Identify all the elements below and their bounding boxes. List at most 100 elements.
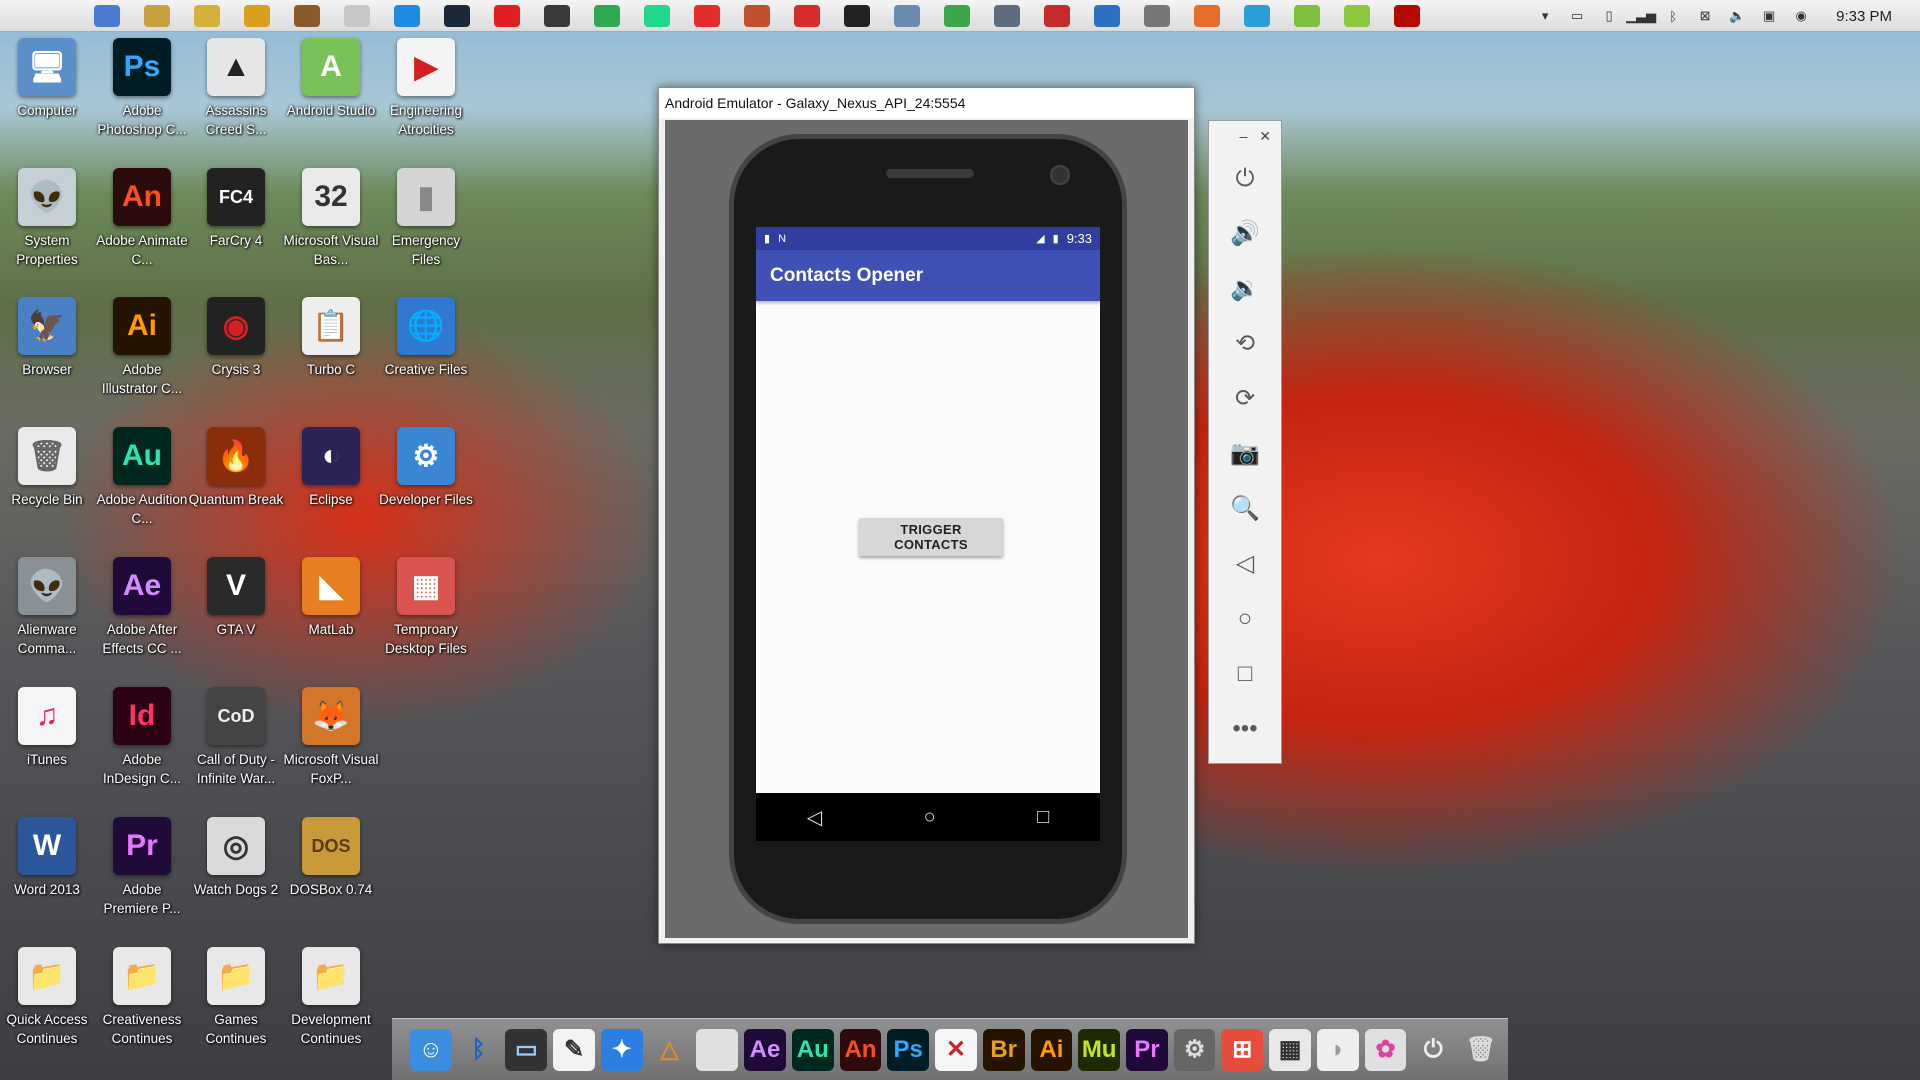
muse-icon[interactable]: Mu — [1078, 1028, 1121, 1071]
pycharm-icon[interactable] — [644, 4, 670, 27]
red-arrow-icon[interactable] — [794, 4, 820, 27]
nav-back-icon[interactable]: ◁ — [807, 805, 822, 830]
settings-icon[interactable] — [544, 4, 570, 27]
desktop-icon[interactable]: ▶ Engineering Atrocities — [378, 38, 474, 139]
database-icon[interactable] — [1144, 4, 1170, 27]
desktop-icon[interactable]: 📋 Turbo C — [283, 297, 379, 379]
green-doc-icon[interactable] — [594, 4, 620, 27]
shield-icon[interactable] — [1094, 4, 1120, 27]
desktop-icon[interactable]: 👽 Alienware Comma... — [0, 557, 95, 658]
desktop-icon[interactable]: An Adobe Animate C... — [94, 168, 190, 269]
r-app-icon[interactable] — [244, 4, 270, 27]
desktop-icon[interactable]: Id Adobe InDesign C... — [94, 687, 190, 788]
chip-icon[interactable] — [994, 4, 1020, 27]
after-effects-icon[interactable]: Ae — [744, 1028, 786, 1071]
desktop-icon[interactable]: ◉ Crysis 3 — [188, 297, 284, 379]
desktop-icon[interactable]: 📁 Development Continues — [283, 947, 379, 1048]
clock[interactable]: 9:33 PM — [1836, 8, 1892, 25]
desktop-icon[interactable]: ◎ Watch Dogs 2 — [188, 817, 284, 899]
desktop-icon[interactable]: 🗑 Recycle Bin — [0, 427, 95, 509]
audition-icon[interactable]: Au — [791, 1028, 834, 1071]
desktop-icon[interactable]: 🔥 Quantum Break — [188, 427, 284, 509]
mouse-icon[interactable]: ◗ — [1316, 1028, 1359, 1071]
volume-up-icon[interactable]: 🔊 — [1209, 206, 1281, 261]
animate-icon[interactable]: An — [839, 1028, 882, 1071]
trigger-contacts-button[interactable]: TRIGGER CONTACTS — [859, 518, 1003, 556]
folder-icon[interactable] — [144, 4, 170, 27]
power-icon[interactable]: ⏻ — [1412, 1029, 1454, 1071]
home-icon[interactable]: ○ — [1209, 591, 1281, 646]
desktop-icon[interactable]: ◐ Eclipse — [283, 427, 379, 509]
nav-home-icon[interactable]: ○ — [924, 806, 936, 829]
desktop-icon[interactable]: V GTA V — [188, 557, 284, 639]
desktop-icon[interactable]: ♫ iTunes — [0, 687, 95, 769]
desktop-icon[interactable]: A Android Studio — [283, 38, 379, 120]
desktop-icon[interactable]: 📁 Quick Access Continues — [0, 947, 95, 1048]
pdf-icon[interactable] — [1044, 4, 1070, 27]
camera-icon[interactable]: 📷 — [1209, 426, 1281, 481]
bridge-icon[interactable]: Br — [982, 1028, 1025, 1071]
display-icon[interactable]: ▣ — [1760, 7, 1778, 25]
desktop-icon[interactable]: Au Adobe Audition C... — [94, 427, 190, 528]
download-icon[interactable] — [694, 4, 720, 27]
box-icon[interactable] — [294, 4, 320, 27]
bluetooth-icon[interactable]: ᛒ — [1664, 7, 1682, 25]
desktop-icon[interactable]: CoD Call of Duty - Infinite War... — [188, 687, 284, 788]
nav-recents-icon[interactable]: □ — [1037, 806, 1049, 829]
volume-icon[interactable]: 🔈 — [1728, 7, 1746, 25]
green-box-icon[interactable] — [1344, 4, 1370, 27]
desktop-icon[interactable]: ▲ Assassins Creed S... — [188, 38, 284, 139]
desktop-icon[interactable]: DOS DOSBox 0.74 — [283, 817, 379, 899]
leaf-icon[interactable] — [344, 4, 370, 27]
notes-icon[interactable]: ✎ — [553, 1028, 595, 1071]
chrome-icon[interactable]: ◉ — [1792, 7, 1810, 25]
volume-down-icon[interactable]: 🔉 — [1209, 261, 1281, 316]
desktop-icon[interactable]: 🖥 Computer — [0, 38, 95, 120]
system-prefs-icon[interactable]: ⚙ — [1173, 1028, 1216, 1071]
desktop-icon[interactable]: 📁 Games Continues — [188, 947, 284, 1048]
desktop-icon[interactable]: 🌐 Creative Files — [378, 297, 474, 379]
acrobat-icon[interactable] — [1394, 4, 1420, 27]
desktop-icon[interactable]: 🦅 Browser — [0, 297, 95, 379]
blank-doc-icon[interactable] — [696, 1028, 739, 1071]
monitor-icon[interactable]: ▭ — [505, 1028, 548, 1071]
bluetooth-icon[interactable]: ᛒ — [458, 1029, 500, 1071]
finder-icon[interactable] — [94, 4, 120, 27]
bug-icon[interactable] — [194, 4, 220, 27]
finder-icon[interactable]: ☺ — [410, 1028, 452, 1071]
desktop-icon[interactable]: FC4 FarCry 4 — [188, 168, 284, 250]
desktop-icon[interactable]: W Word 2013 — [0, 817, 95, 899]
infinity-icon[interactable] — [1244, 4, 1270, 27]
steam-icon[interactable] — [444, 4, 470, 27]
desktop-icon[interactable]: 🦊 Microsoft Visual FoxP... — [283, 687, 379, 788]
desktop-icon[interactable]: 📁 Creativeness Continues — [94, 947, 190, 1048]
calculator-icon[interactable]: ▦ — [1269, 1028, 1311, 1071]
pen-icon[interactable] — [1194, 4, 1220, 27]
network-x-icon[interactable]: ⊠ — [1696, 7, 1714, 25]
premiere-icon[interactable]: Pr — [1126, 1028, 1168, 1071]
trash-icon[interactable]: 🗑 — [1460, 1029, 1502, 1071]
m-red-icon[interactable] — [494, 4, 520, 27]
desktop-icon[interactable]: Pr Adobe Premiere P... — [94, 817, 190, 918]
back-icon[interactable]: ◁ — [1209, 536, 1281, 591]
desktop-icon[interactable]: ▮ Emergency Files — [378, 168, 474, 269]
speed-icon[interactable] — [894, 4, 920, 27]
desktop-icon[interactable]: Ae Adobe After Effects CC ... — [94, 557, 190, 658]
photoshop-icon[interactable]: Ps — [887, 1028, 930, 1071]
desktop-icon[interactable]: Ai Adobe Illustrator C... — [94, 297, 190, 398]
emulator-title-bar[interactable]: Android Emulator - Galaxy_Nexus_API_24:5… — [659, 88, 1194, 118]
globe-icon[interactable] — [944, 4, 970, 27]
android-active-icon[interactable] — [1294, 4, 1320, 27]
overview-icon[interactable]: □ — [1209, 646, 1281, 701]
chart-icon[interactable] — [844, 4, 870, 27]
close-button[interactable]: ✕ — [1259, 128, 1271, 145]
x-icon[interactable]: ✕ — [935, 1028, 977, 1071]
gear-blue-icon[interactable] — [394, 4, 420, 27]
minimize-button[interactable]: – — [1239, 128, 1247, 144]
monitor-icon[interactable]: ▭ — [1568, 7, 1586, 25]
safari-icon[interactable]: ✦ — [600, 1028, 643, 1071]
more-icon[interactable]: ••• — [1209, 701, 1281, 756]
desktop-icon[interactable]: 32 Microsoft Visual Bas... — [283, 168, 379, 269]
signal-icon[interactable]: ▁▃▅ — [1626, 7, 1656, 25]
rotate-right-icon[interactable]: ⟳ — [1209, 371, 1281, 426]
